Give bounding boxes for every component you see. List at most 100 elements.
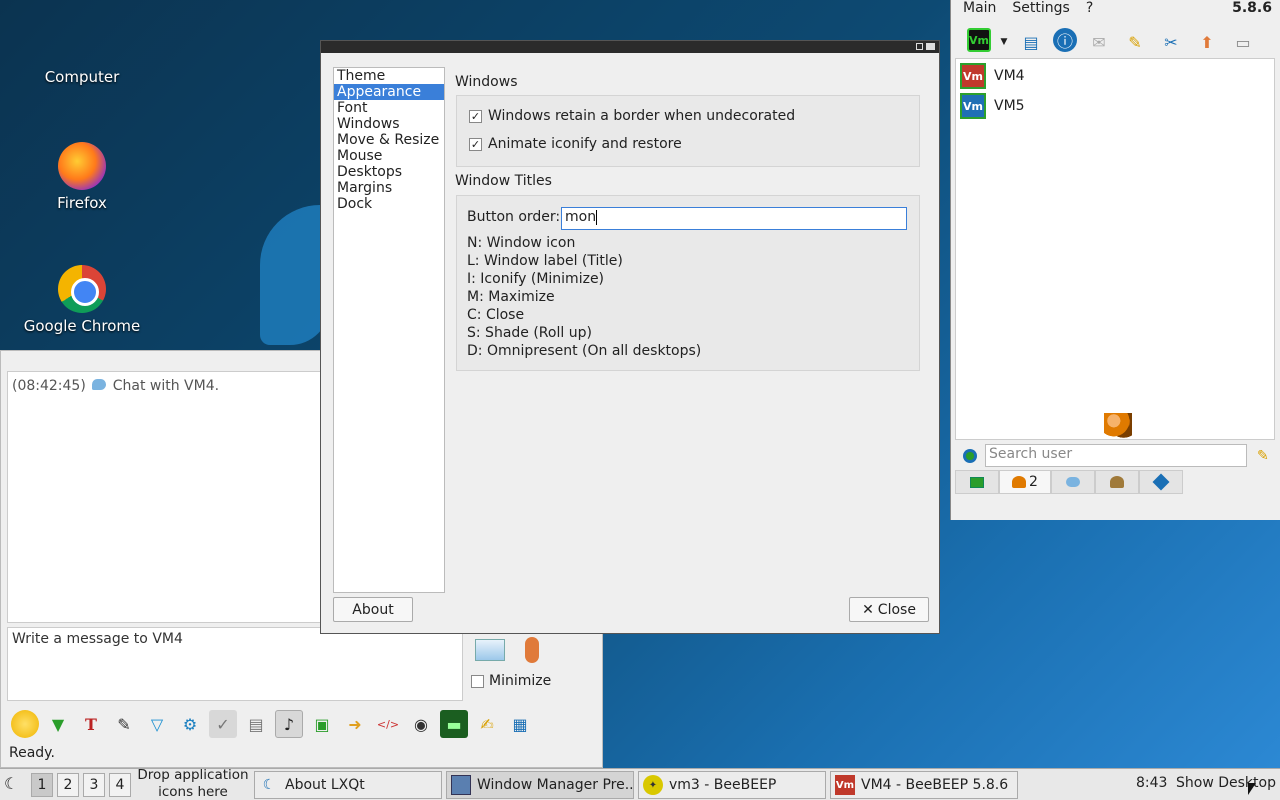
border-checkbox[interactable]: ✓ (469, 109, 482, 123)
about-button-label: About (352, 601, 394, 618)
nav-item-mouse[interactable]: Mouse (334, 148, 444, 164)
trash-icon[interactable]: ▭ (1229, 28, 1257, 56)
desktop-icon-label: Computer (44, 68, 120, 86)
clear-search-icon[interactable]: ✎ (1257, 448, 1269, 464)
update-icon[interactable]: ⬆ (1193, 28, 1221, 56)
legend-item: N: Window icon (467, 235, 576, 251)
bee-icon: ✦ (643, 775, 663, 795)
desktop-switch-1[interactable]: 1 (31, 773, 53, 797)
show-desktop-button[interactable]: Show Desktop (1176, 775, 1276, 791)
nav-item-desktops[interactable]: Desktops (334, 164, 444, 180)
desktop-icon-firefox[interactable]: Firefox (22, 142, 142, 212)
message-input[interactable]: Write a message to VM4 (7, 627, 463, 701)
tab-shares[interactable] (1139, 470, 1183, 494)
tab-chats[interactable] (1051, 470, 1095, 494)
folder-send-icon[interactable]: ➜ (341, 710, 369, 738)
user-row-vm4[interactable]: Vm VM4 (956, 61, 1274, 91)
file-send-icon[interactable]: ▣ (308, 710, 336, 738)
nav-item-dock[interactable]: Dock (334, 196, 444, 212)
nav-item-windows[interactable]: Windows (334, 116, 444, 132)
priority-icon[interactable]: ▼ (44, 710, 72, 738)
vm-avatar-icon: Vm (960, 63, 986, 89)
desktop-switch-2[interactable]: 2 (57, 773, 79, 797)
dialog-titlebar[interactable] (321, 41, 939, 53)
tab-computers[interactable] (955, 470, 999, 494)
vm-status-icon[interactable]: Vm (967, 28, 991, 52)
beebeep-tabs: 2 (955, 470, 1183, 494)
about-button[interactable]: About (333, 597, 413, 622)
button-order-label: Button order: (467, 209, 561, 225)
message-placeholder: Write a message to VM4 (12, 631, 183, 647)
desktop-icon-chrome[interactable]: Google Chrome (22, 265, 142, 335)
send-icon[interactable] (475, 639, 505, 661)
microphone-icon[interactable] (525, 637, 539, 663)
minimize-window-icon[interactable] (916, 43, 923, 50)
color-icon[interactable]: ✎ (110, 710, 138, 738)
task-label: VM4 - BeeBEEP 5.8.6 (861, 777, 1009, 793)
desktop-switch-3[interactable]: 3 (83, 773, 105, 797)
terminal-icon[interactable]: ▬ (440, 710, 468, 738)
legend-item: D: Omnipresent (On all desktops) (467, 343, 702, 359)
dropdown-arrow-icon[interactable]: ▼ (999, 28, 1009, 56)
desktop-icon-label: Firefox (57, 194, 107, 212)
user-row-vm5[interactable]: Vm VM5 (956, 91, 1274, 121)
chat-icon (1066, 477, 1080, 487)
write-icon[interactable]: ✎ (1121, 28, 1149, 56)
nav-item-font[interactable]: Font (334, 100, 444, 116)
legend-item: M: Maximize (467, 289, 555, 305)
notes-icon[interactable]: ✍ (473, 710, 501, 738)
nav-item-margins[interactable]: Margins (334, 180, 444, 196)
close-icon: ✕ (862, 601, 874, 618)
task-vm4-beebeep[interactable]: Vm VM4 - BeeBEEP 5.8.6 (830, 771, 1018, 799)
window-titles-group: Button order: mon N: Window icon L: Wind… (456, 195, 920, 371)
animate-option[interactable]: ✓ Animate iconify and restore (469, 136, 682, 152)
font-icon[interactable]: T (77, 710, 105, 738)
quicklaunch-drop-hint: Drop application icons here (137, 767, 249, 800)
mouse-pointer-icon (1248, 783, 1256, 795)
desktop-icon-label: Google Chrome (23, 317, 141, 335)
screenshot-icon[interactable]: ◉ (407, 710, 435, 738)
desktop-icon-computer[interactable]: Computer (22, 68, 142, 86)
window-titles-section-title: Window Titles (455, 173, 552, 189)
emoticon-icon[interactable] (11, 710, 39, 738)
search-placeholder: Search user (989, 446, 1073, 462)
task-about-lxqt[interactable]: ☾ About LXQt (254, 771, 442, 799)
broadcast-icon[interactable]: ✉ (1085, 28, 1113, 56)
nav-item-theme[interactable]: Theme (334, 68, 444, 84)
clock[interactable]: 8:43 (1136, 775, 1167, 791)
settings-icon[interactable]: ⚙ (176, 710, 204, 738)
menu-help[interactable]: ? (1086, 0, 1093, 16)
edit-profile-icon[interactable]: ▤ (1017, 28, 1045, 56)
chrome-icon (58, 265, 106, 313)
minimize-checkbox[interactable] (471, 674, 484, 688)
filter-icon[interactable]: ▽ (143, 710, 171, 738)
animate-checkbox[interactable]: ✓ (469, 137, 482, 151)
add-user-icon[interactable] (963, 449, 977, 463)
search-user-input[interactable]: Search user (985, 444, 1247, 467)
button-order-input[interactable]: mon (561, 207, 907, 230)
save-icon[interactable]: ▦ (506, 710, 534, 738)
chat-timestamp: (08:42:45) (12, 378, 86, 394)
start-menu-icon[interactable]: ☾ (4, 774, 24, 794)
task-window-manager-preferences[interactable]: Window Manager Pre... (446, 771, 634, 799)
code-icon[interactable]: </> (374, 710, 402, 738)
minimize-checkbox-row[interactable]: Minimize (471, 673, 551, 689)
nav-item-move-resize[interactable]: Move & Resize (334, 132, 444, 148)
menu-settings[interactable]: Settings (1012, 0, 1069, 16)
tab-groups[interactable] (1095, 470, 1139, 494)
maximize-window-icon[interactable] (926, 43, 935, 50)
dictionary-icon[interactable]: ▤ (242, 710, 270, 738)
spellcheck-icon[interactable]: ✓ (209, 710, 237, 738)
network-icon[interactable]: ⓘ (1053, 28, 1077, 52)
music-icon[interactable]: ♪ (275, 710, 303, 738)
nav-item-appearance[interactable]: Appearance (334, 84, 444, 100)
border-option[interactable]: ✓ Windows retain a border when undecorat… (469, 108, 795, 124)
tab-users[interactable]: 2 (999, 470, 1051, 494)
close-button[interactable]: ✕ Close (849, 597, 929, 622)
legend-item: L: Window label (Title) (467, 253, 623, 269)
menu-main[interactable]: Main (963, 0, 996, 16)
animate-option-label: Animate iconify and restore (488, 136, 682, 152)
desktop-switch-4[interactable]: 4 (109, 773, 131, 797)
tools-icon[interactable]: ✂ (1157, 28, 1185, 56)
task-vm3-beebeep[interactable]: ✦ vm3 - BeeBEEP (638, 771, 826, 799)
